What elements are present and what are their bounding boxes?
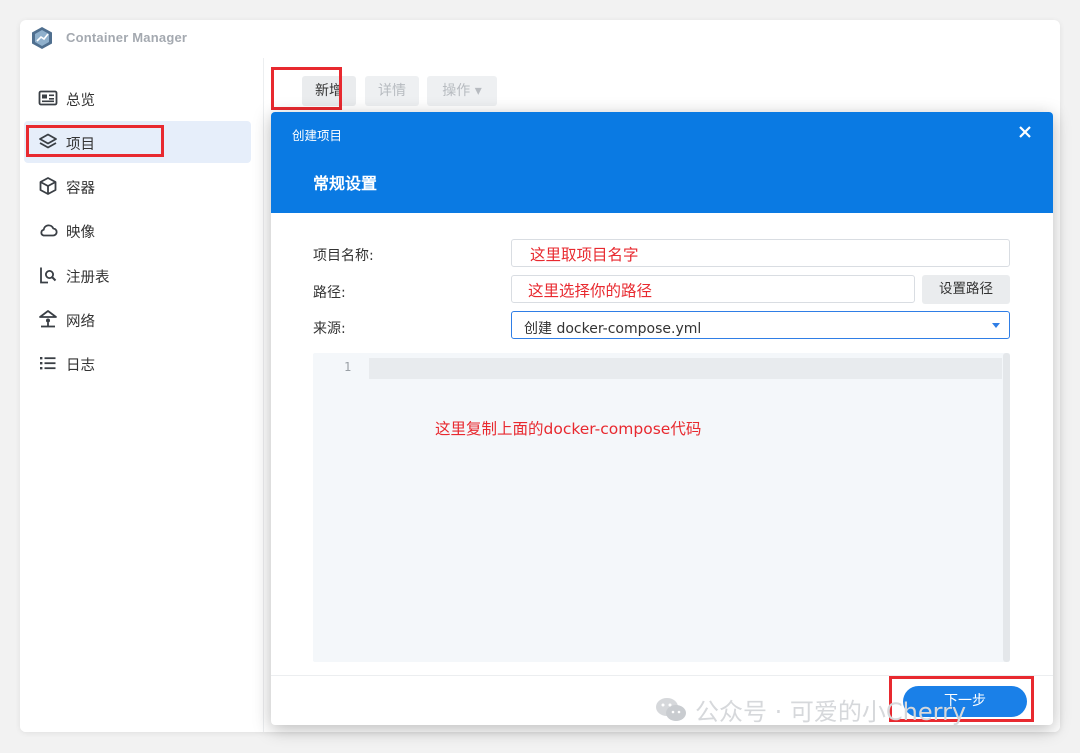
actions-button[interactable]: 操作 ▾ [427,76,497,106]
close-icon[interactable] [1015,122,1035,142]
sidebar-item-container[interactable]: 容器 [24,165,251,207]
wechat-icon [656,697,686,721]
sidebar-item-label: 映像 [66,225,95,241]
project-name-label: 项目名称: [313,248,374,264]
app-title: Container Manager [66,30,188,45]
dialog-header: 创建项目 常规设置 [271,112,1053,213]
compose-code-editor[interactable]: 1 这里复制上面的docker-compose代码 [313,353,1010,662]
editor-scrollbar[interactable] [1003,353,1010,662]
line-number: 1 [344,360,352,374]
overview-icon [38,90,58,106]
registry-search-icon [40,267,57,284]
project-name-input[interactable]: 这里取项目名字 [511,239,1010,267]
new-button[interactable]: 新增 [302,76,356,106]
sidebar-item-overview[interactable]: 总览 [24,77,251,119]
container-manager-logo-icon [32,27,52,49]
editor-annotation: 这里复制上面的docker-compose代码 [435,420,702,438]
sidebar-item-label: 总览 [66,93,95,109]
sidebar-item-registry[interactable]: 注册表 [24,254,251,296]
dialog-title: 创建项目 [292,128,343,143]
source-select-value: 创建 docker-compose.yml [524,321,702,337]
sidebar-item-log[interactable]: 日志 [24,342,251,384]
title-bar: Container Manager [20,20,1060,58]
cube-icon [39,177,57,195]
sidebar-item-label: 容器 [66,181,95,197]
set-path-button[interactable]: 设置路径 [922,275,1010,304]
path-input[interactable]: 这里选择你的路径 [511,275,915,303]
network-icon [39,310,57,328]
sidebar-item-network[interactable]: 网络 [24,298,251,340]
project-name-annotation: 这里取项目名字 [530,246,639,264]
sidebar-item-label: 网络 [66,314,95,330]
source-label: 来源: [313,321,346,337]
step-title: 常规设置 [313,174,378,193]
watermark: 公众号 · 可爱的小Cherry [655,692,966,727]
active-line [369,358,1002,379]
path-annotation: 这里选择你的路径 [528,282,653,300]
watermark-text: 公众号 · 可爱的小Cherry [695,698,967,726]
layers-icon [39,133,57,149]
source-select[interactable]: 创建 docker-compose.yml [511,311,1010,339]
details-button[interactable]: 详情 [365,76,419,106]
list-icon [40,357,56,370]
path-label: 路径: [313,285,346,301]
sidebar-item-project[interactable]: 项目 [24,121,251,163]
cloud-icon [40,224,58,237]
create-project-dialog: 创建项目 常规设置 项目名称: 这里取项目名字 路径: 这里选择你的路径 设置路… [271,112,1053,725]
chevron-down-icon [992,323,1000,328]
sidebar-item-label: 日志 [66,358,95,374]
sidebar: 总览 项目 容器 映像 注册表 网络 日志 [20,58,264,732]
sidebar-item-image[interactable]: 映像 [24,209,251,251]
sidebar-item-label: 注册表 [66,270,110,286]
sidebar-item-label: 项目 [66,137,95,153]
